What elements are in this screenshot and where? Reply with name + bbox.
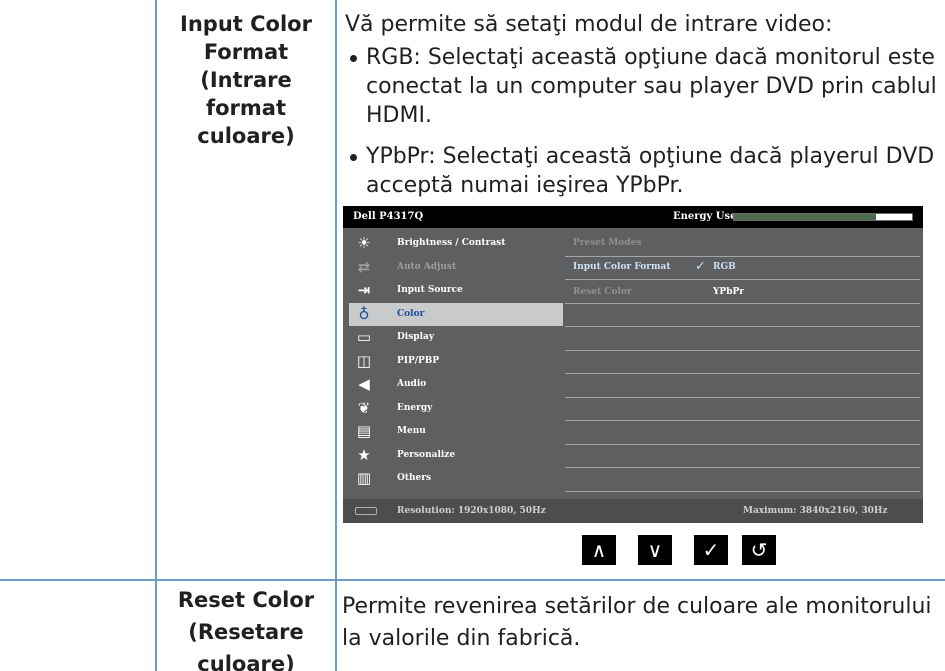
menu-item-energy[interactable]: ❦ Energy bbox=[349, 397, 563, 420]
ypbpr-option[interactable]: YPbPr bbox=[713, 287, 744, 297]
speaker-icon: ◀ bbox=[358, 375, 370, 393]
menu-item-input-source[interactable]: ⇥ Input Source bbox=[349, 279, 563, 302]
reset-color-description: Permite revenirea setărilor de culoare a… bbox=[342, 594, 932, 651]
star-icon: ★ bbox=[357, 445, 371, 464]
osd-title-bar: Dell P4317Q Energy Use bbox=[343, 206, 923, 228]
bullet-dot bbox=[350, 154, 357, 161]
osd-status-bar: Resolution: 1920x1080, 50Hz Maximum: 384… bbox=[343, 499, 923, 523]
menu-item-personalize[interactable]: ★ Personalize bbox=[349, 444, 563, 467]
menu-item-display[interactable]: ▭ Display bbox=[349, 326, 563, 349]
osd-navigation-buttons: ∧ ∨ ✓ ↺ bbox=[560, 535, 922, 565]
table-row-divider bbox=[0, 579, 945, 581]
energy-use-label: Energy Use bbox=[673, 211, 737, 222]
term-input-color-format: Input Color Format (Intrare format culoa… bbox=[180, 12, 312, 148]
menu-item-label: Audio bbox=[397, 379, 427, 389]
menu-item-label: Auto Adjust bbox=[397, 261, 457, 272]
check-icon: ✓ bbox=[695, 259, 706, 274]
menu-item-label: Color bbox=[397, 308, 425, 319]
pip-icon: ◫ bbox=[356, 351, 372, 370]
submenu-row-line bbox=[565, 467, 920, 468]
menu-item-label: Energy bbox=[397, 402, 433, 413]
menu-item-label: Menu bbox=[397, 426, 426, 436]
input-color-format-item[interactable]: Input Color Format bbox=[573, 262, 671, 272]
input-source-icon: ⇥ bbox=[357, 281, 371, 299]
submenu-row-line bbox=[565, 255, 920, 257]
table-border-left bbox=[155, 0, 157, 671]
menu-item-label: Input Source bbox=[397, 285, 463, 295]
hdmi-icon bbox=[355, 507, 377, 515]
confirm-button[interactable]: ✓ bbox=[694, 535, 728, 565]
current-resolution: Resolution: 1920x1080, 50Hz bbox=[397, 506, 546, 516]
bullet-dot bbox=[350, 55, 357, 62]
table-border-middle bbox=[335, 0, 337, 671]
menu-item-label: Personalize bbox=[397, 449, 456, 460]
up-button[interactable]: ∧ bbox=[582, 535, 616, 565]
rgb-option[interactable]: RGB bbox=[713, 262, 736, 272]
menu-item-label: PIP/PBP bbox=[397, 355, 440, 366]
menu-item-others[interactable]: ▥ Others bbox=[349, 467, 563, 490]
menu-item-audio[interactable]: ◀ Audio bbox=[349, 373, 563, 396]
menu-item-color[interactable]: ♁ Color bbox=[349, 302, 563, 326]
menu-item-label: Display bbox=[397, 332, 435, 342]
energy-use-bar bbox=[733, 213, 913, 221]
menu-item-label: Others bbox=[397, 473, 432, 483]
submenu-row-line bbox=[565, 490, 920, 492]
menu-item-menu[interactable]: ▤ Menu bbox=[349, 420, 563, 443]
osd-model-name: Dell P4317Q bbox=[353, 211, 424, 222]
energy-use-bar-end bbox=[876, 214, 912, 220]
down-button[interactable]: ∨ bbox=[638, 535, 672, 565]
menu-item-label: Brightness / Contrast bbox=[397, 238, 506, 248]
osd-submenu-panel: Preset Modes Input Color Format ✓ RGB Re… bbox=[565, 232, 920, 494]
others-icon: ▥ bbox=[356, 469, 372, 487]
submenu-row-line bbox=[565, 302, 920, 304]
submenu-row-line bbox=[565, 443, 920, 445]
submenu-row-line bbox=[565, 326, 920, 327]
color-icon: ♁ bbox=[358, 304, 370, 323]
auto-adjust-icon: ⇄ bbox=[357, 257, 371, 276]
menu-item-brightness-contrast[interactable]: ☀ Brightness / Contrast bbox=[349, 232, 563, 255]
menu-item-pip-pbp[interactable]: ◫ PIP/PBP bbox=[349, 350, 563, 373]
leaf-icon: ❦ bbox=[357, 398, 371, 417]
osd-menu-screenshot: Dell P4317Q Energy Use ☀ Brightness / Con… bbox=[343, 206, 923, 523]
submenu-row-line bbox=[565, 396, 920, 398]
submenu-row-line bbox=[565, 373, 920, 374]
submenu-row-line bbox=[565, 349, 920, 351]
sun-icon: ☀ bbox=[357, 234, 371, 252]
input-color-format-description: Vă permite să setaţi modul de intrare vi… bbox=[345, 12, 833, 37]
energy-use-bar-fill bbox=[734, 214, 877, 220]
bullet-rgb: RGB: Selectaţi această opţiune dacă moni… bbox=[350, 43, 940, 130]
term-reset-color: Reset Color (Resetare culoare) bbox=[177, 588, 315, 671]
submenu-row-line bbox=[565, 420, 920, 421]
display-icon: ▭ bbox=[356, 328, 372, 346]
bullet-ypbpr: YPbPr: Selectaţi această opţiune dacă pl… bbox=[350, 142, 940, 200]
maximum-resolution: Maximum: 3840x2160, 30Hz bbox=[743, 506, 888, 516]
menu-item-auto-adjust[interactable]: ⇄ Auto Adjust bbox=[349, 256, 563, 279]
preset-modes-item[interactable]: Preset Modes bbox=[573, 238, 641, 248]
submenu-row-line bbox=[565, 279, 920, 280]
back-button[interactable]: ↺ bbox=[742, 535, 776, 565]
reset-color-item[interactable]: Reset Color bbox=[573, 287, 632, 297]
menu-icon: ▤ bbox=[356, 422, 372, 440]
